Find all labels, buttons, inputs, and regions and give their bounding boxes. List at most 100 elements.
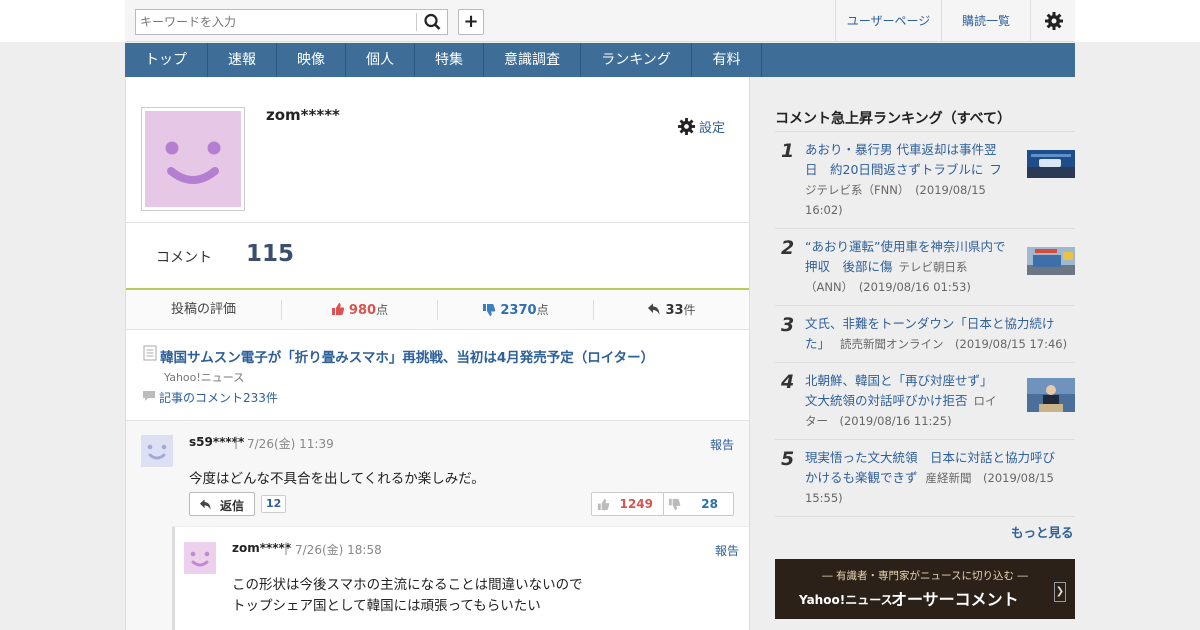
ranking-source: 産経新聞 (2019/08/15 [925,471,1054,485]
comment-label: コメント [156,250,212,266]
nav-features[interactable]: 特集 [415,43,484,77]
ranking-headline: 押収 後部に傷 [805,259,893,274]
banner-subtitle: ― 有識者・専門家がニュースに切り込む ― [822,570,1028,582]
reply-text-line: この形状は今後スマホの主流になることは間違いないので [232,577,583,593]
comment-count: 115 [246,241,295,267]
rank-number: 4 [781,371,795,393]
search-box [135,9,448,35]
ranking-item[interactable]: 1 あおり・暴行男 代車返却は事件翌 日 約20日間返さずトラブルにフ ジテレビ… [775,140,1075,222]
nav-survey[interactable]: 意識調査 [484,43,581,77]
comment-separator: | [234,435,239,449]
ranking-text: 北朝鮮、韓国と「再び対座せず」 文大統領の対話呼びかけ拒否 ロイ ター (2019… [805,371,997,431]
nav-top[interactable]: トップ [125,43,208,77]
dislikes-unit: 点 [536,303,549,317]
smiley-icon [165,141,221,184]
ranking-item[interactable]: 4 北朝鮮、韓国と「再び対座せず」 文大統領の対話呼びかけ拒否 ロイ ター (20… [775,371,1075,431]
report-link[interactable]: 報告 [710,436,734,453]
search-button[interactable] [421,12,445,32]
commenter-avatar [141,435,173,467]
divider [126,222,749,223]
article-source: Yahoo!ニュース [164,371,245,384]
banner-brand: Yahoo!ニュース [799,593,893,607]
nav-individual[interactable]: 個人 [346,43,415,77]
header-bar: + ユーザーページ 購読一覧 [125,0,1075,42]
divider [775,362,1075,363]
reply-button[interactable]: 返信 [189,492,255,516]
search-icon [424,13,441,30]
chevron-right-icon: ❯ [1054,582,1066,602]
comment-text: 今度はどんな不具合を出してくれるか楽しみだ。 [189,471,485,487]
add-button[interactable]: + [458,9,484,35]
ranking-headline: 現実悟った文大統領 日本に対話と協力呼び [805,450,1056,465]
ranking-item[interactable]: 5 現実悟った文大統領 日本に対話と協力呼び かけるも楽観できず 産経新聞 (20… [775,448,1075,508]
ranking-source: ロイ [973,394,997,408]
nav-breaking[interactable]: 速報 [208,43,277,77]
user-page-link[interactable]: ユーザーページ [835,0,941,42]
ranking-text: あおり・暴行男 代車返却は事件翌 日 約20日間返さずトラブルにフ ジテレビ系（… [805,140,1002,220]
thumbnail-image [1027,150,1075,178]
reply-username[interactable]: zom***** [232,541,291,555]
profile-username: zom***** [266,106,340,124]
ranking-text: “あおり運転”使用車を神奈川県内で 押収 後部に傷 テレビ朝日系 （ANN） (2… [805,237,1005,297]
likes-value: 980 [348,303,377,318]
divider [775,439,1075,440]
ranking-headline: 文大統領の対話呼びかけ拒否 [805,393,968,408]
search-input[interactable] [140,13,410,31]
author-comment-banner[interactable]: ― 有識者・専門家がニュースに切り込む ― Yahoo!ニュース オーサーコメン… [775,559,1075,619]
thumbs-down-icon [483,304,496,316]
nav-video[interactable]: 映像 [277,43,346,77]
thumbnail-image [1027,378,1075,412]
rank-number: 1 [781,140,795,162]
dislike-count: 28 [701,497,718,511]
nav-paid[interactable]: 有料 [692,43,762,77]
subscriptions-link[interactable]: 購読一覧 [941,0,1030,42]
reply-icon [199,499,211,510]
thumbnail-image [1027,247,1075,275]
evaluation-label: 投稿の評価 [170,302,236,317]
ranking-text: 現実悟った文大統領 日本に対話と協力呼び かけるも楽観できず 産経新聞 (2019… [805,448,1055,508]
dislike-button[interactable]: 28 [664,493,735,515]
ranking-sidebar: コメント急上昇ランキング（すべて） 1 あおり・暴行男 代車返却は事件翌 日 約… [775,100,1075,630]
article-comments-link[interactable]: 記事のコメント233件 [159,389,278,406]
ranking-item[interactable]: 3 文氏、非難をトーンダウン「日本と協力続け た」 読売新聞オンライン (2019… [775,314,1075,358]
profile-settings-link[interactable]: 設定 [678,117,725,136]
reply-report-link[interactable]: 報告 [715,542,739,559]
reply-date: 7/26(金) 18:58 [295,543,382,557]
ranking-headline: かけるも楽観できず [805,470,918,485]
ranking-source: テレビ朝日系 [898,260,968,274]
reply-label: 返信 [220,499,245,513]
article-title-link[interactable]: 韓国サムスン電子が「折り畳みスマホ」再挑戦、当初は4月発売予定（ロイター） [160,346,654,366]
ranking-title: コメント急上昇ランキング（すべて） [775,111,1012,127]
ranking-source: フ [989,162,1002,177]
gear-icon [1045,12,1063,30]
replies-unit: 件 [683,303,696,317]
ranking-source: ジテレビ系（FNN） (2019/08/15 [805,183,986,197]
ranking-date: 16:02) [805,203,843,217]
ranking-date: 15:55) [805,491,843,505]
divider [775,228,1075,229]
ranking-item[interactable]: 2 “あおり運転”使用車を神奈川県内で 押収 後部に傷 テレビ朝日系 （ANN） … [775,237,1075,297]
top-header: + ユーザーページ 購読一覧 [0,0,1200,42]
evaluation-row: 投稿の評価 980点 2370点 33件 [126,290,749,330]
dislikes-value: 2370 [500,303,537,318]
avatar [141,107,245,211]
banner-title: オーサーコメント [891,590,1019,609]
likes-unit: 点 [376,303,389,317]
reply-thread: zom***** | 7/26(金) 18:58 報告 この形状は今後スマホの主… [172,526,749,630]
reply-avatar [184,542,216,574]
settings-button[interactable] [1030,0,1075,42]
nav-ranking[interactable]: ランキング [581,43,692,77]
document-icon [143,345,157,361]
likes-stat: 980点 [282,290,437,330]
main-nav: トップ 速報 映像 個人 特集 意識調査 ランキング 有料 [125,43,1075,77]
dislikes-stat: 2370点 [438,290,593,330]
ranking-date: （ANN） (2019/08/16 01:53) [805,280,971,294]
reply-count-badge[interactable]: 12 [261,495,287,513]
more-link[interactable]: もっと見る [1011,522,1074,541]
ranking-date: ター (2019/08/16 11:25) [805,414,952,428]
ranking-headline: あおり・暴行男 代車返却は事件翌 [805,142,997,157]
replies-value: 33 [665,303,684,318]
like-button[interactable]: 1249 [592,493,663,515]
profile-main: zom***** 設定 コメント 115 投稿の評価 980点 2370点 33… [125,77,750,630]
thumbs-up-icon [331,303,345,315]
